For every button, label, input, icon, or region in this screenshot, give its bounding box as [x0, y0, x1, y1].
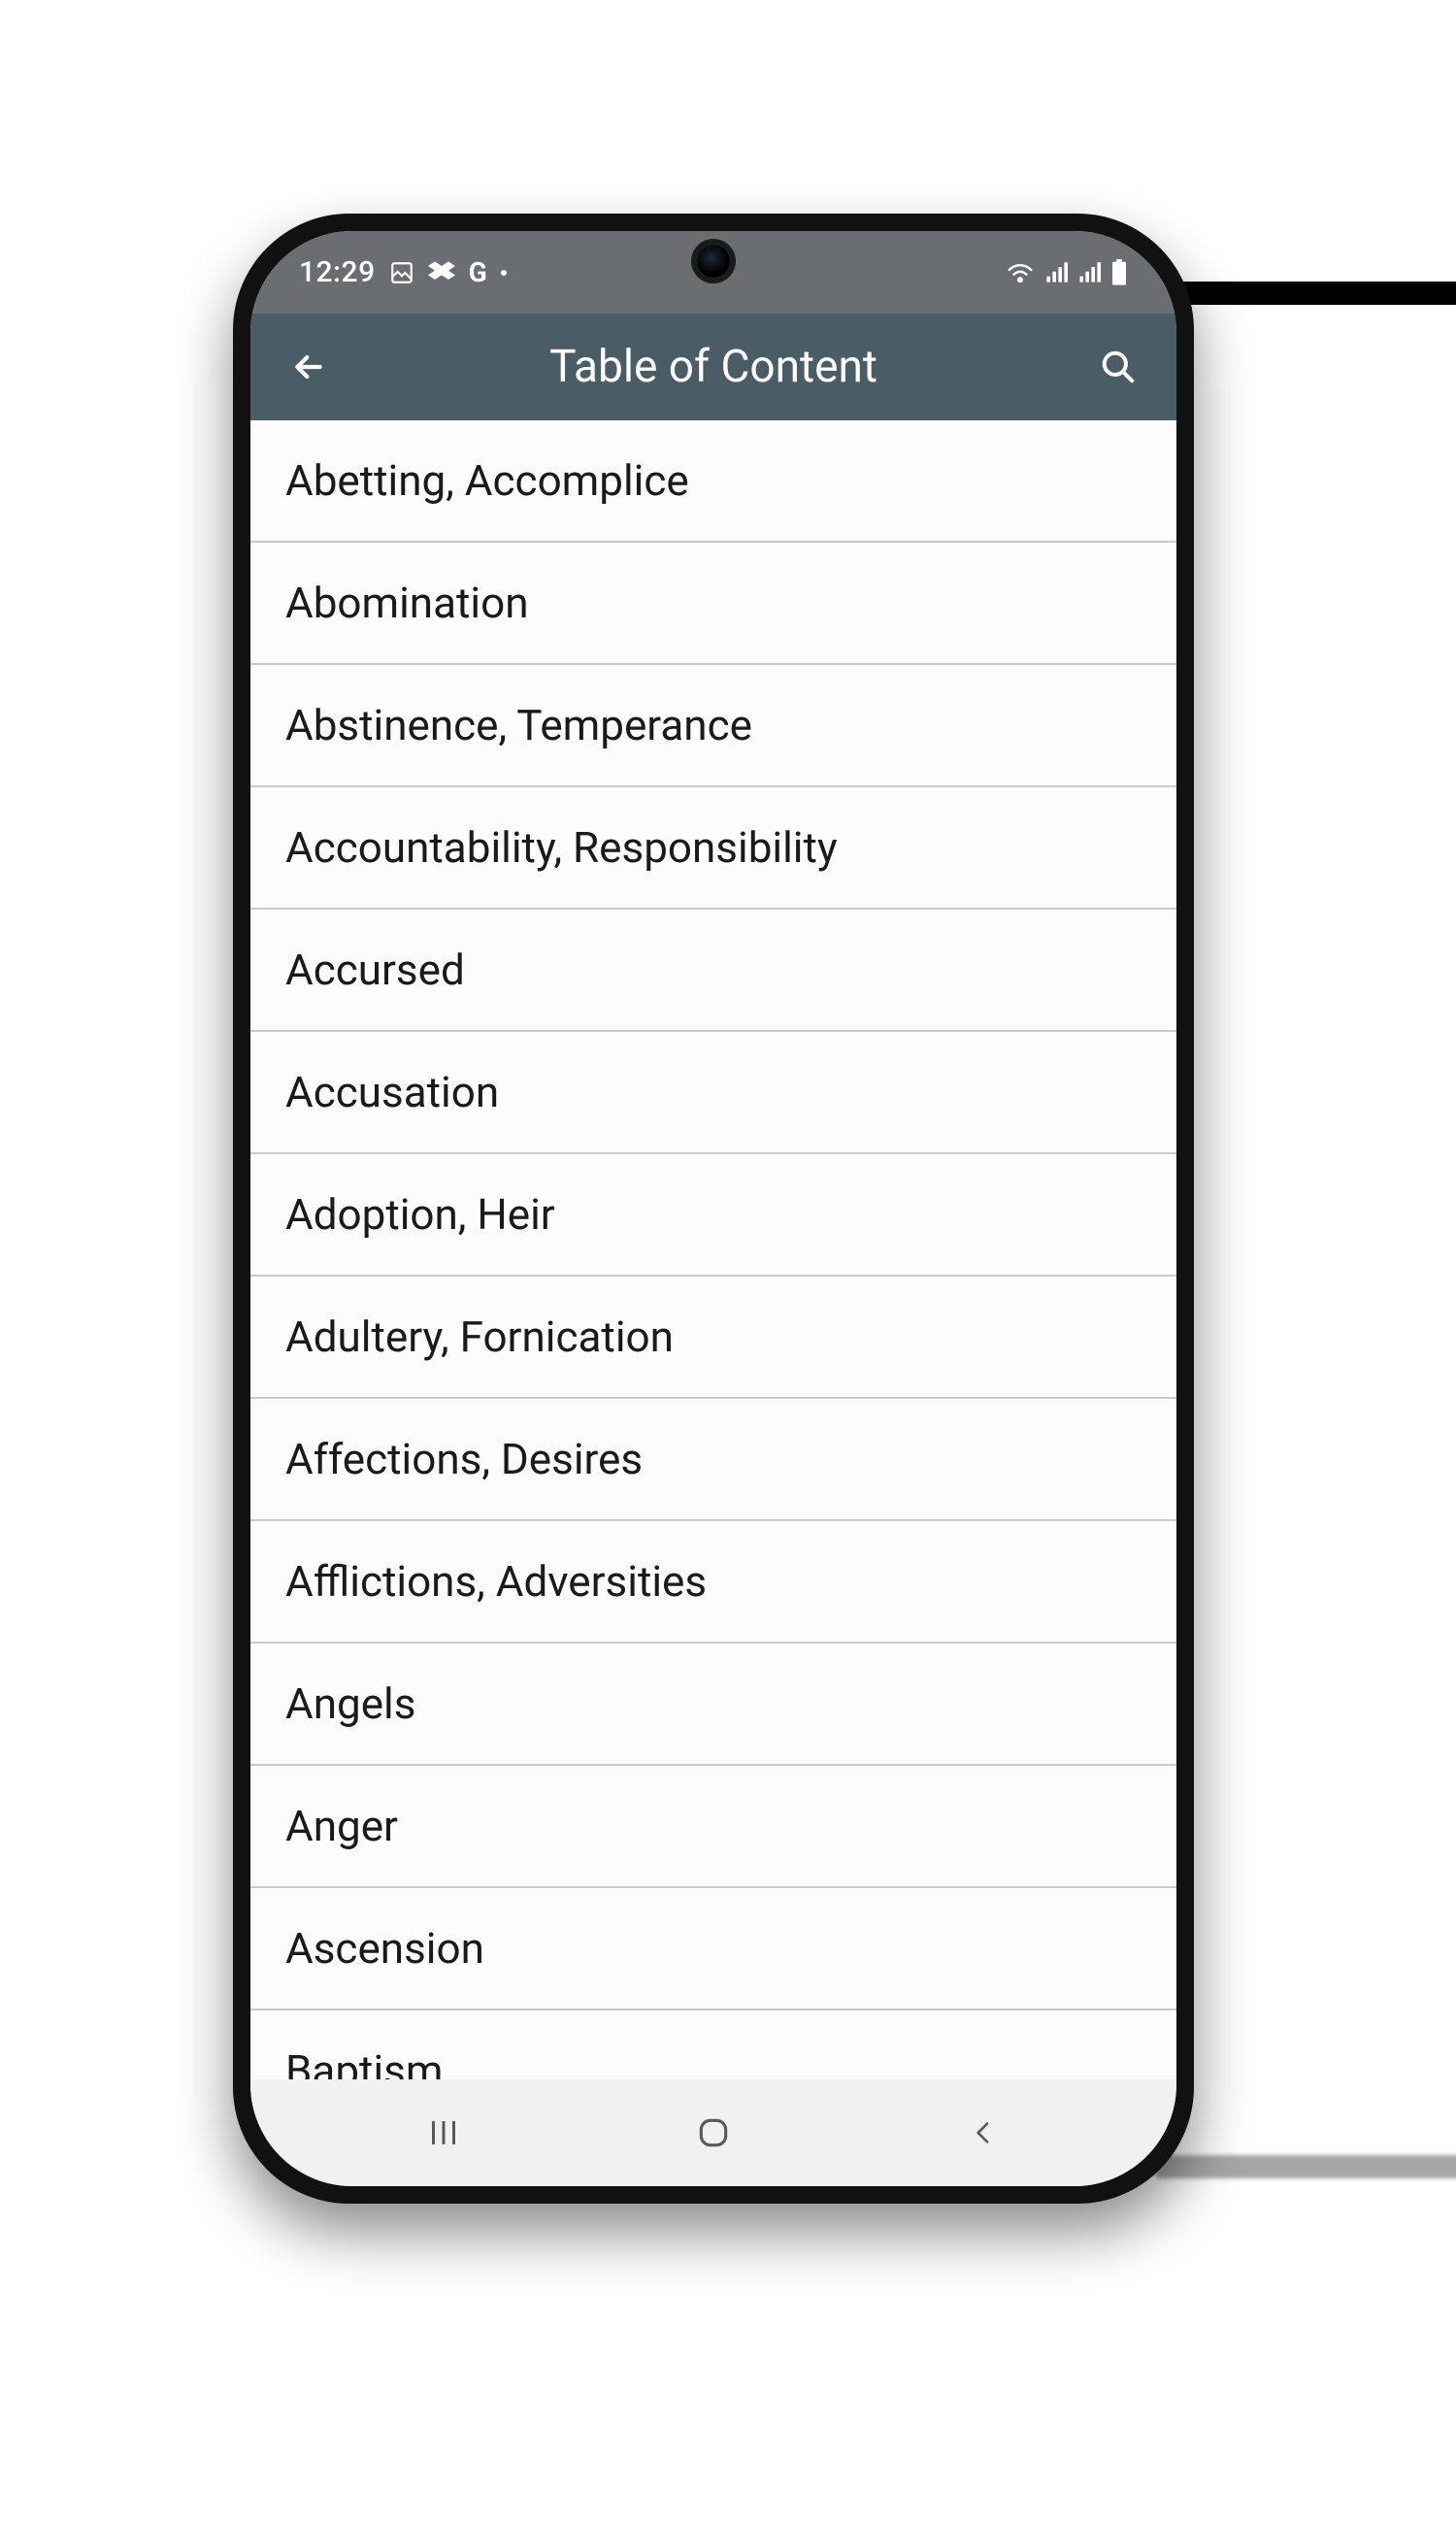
- search-icon: [1100, 349, 1137, 385]
- nav-back-button[interactable]: [944, 2094, 1022, 2172]
- nav-recents-button[interactable]: [405, 2094, 482, 2172]
- nav-home-button[interactable]: [675, 2094, 752, 2172]
- chevron-left-icon: [968, 2117, 999, 2148]
- signal-icon: [1077, 261, 1101, 284]
- phone-frame: 12:29 G: [233, 214, 1194, 2204]
- list-item-label: Abetting, Accomplice: [285, 455, 689, 506]
- list-item[interactable]: Adultery, Fornication: [250, 1277, 1176, 1399]
- list-item-label: Anger: [285, 1801, 398, 1851]
- list-item[interactable]: Angels: [250, 1644, 1176, 1766]
- arrow-left-icon: [289, 348, 328, 386]
- list-item-label: Accursed: [285, 945, 465, 995]
- toc-list[interactable]: Abetting, Accomplice Abomination Abstine…: [250, 420, 1176, 2079]
- status-bar-right: [1006, 259, 1128, 286]
- list-item-label: Abstinence, Temperance: [285, 700, 752, 750]
- list-item[interactable]: Abomination: [250, 543, 1176, 665]
- phone-cable: [1155, 282, 1456, 305]
- phone-cable-shadow: [1155, 2155, 1456, 2178]
- list-item[interactable]: Accusation: [250, 1032, 1176, 1154]
- status-bar-left: 12:29 G: [299, 255, 507, 289]
- list-item[interactable]: Anger: [250, 1766, 1176, 1888]
- list-item[interactable]: Accursed: [250, 910, 1176, 1032]
- wifi-icon: [1006, 261, 1035, 284]
- list-item-label: Baptism: [285, 2045, 443, 2079]
- list-item-label: Abomination: [285, 578, 529, 628]
- canvas: 12:29 G: [0, 0, 1456, 2524]
- list-item-label: Accusation: [285, 1067, 499, 1117]
- list-item[interactable]: Adoption, Heir: [250, 1154, 1176, 1277]
- list-item-label: Adoption, Heir: [285, 1189, 555, 1240]
- dropbox-icon: [428, 260, 455, 285]
- signal-icon: [1044, 261, 1068, 284]
- home-icon: [695, 2114, 732, 2151]
- image-icon: [389, 260, 414, 285]
- status-time: 12:29: [299, 255, 376, 289]
- list-item-label: Angels: [285, 1678, 415, 1729]
- list-item[interactable]: Abstinence, Temperance: [250, 665, 1176, 787]
- list-item-label: Ascension: [285, 1923, 484, 1974]
- battery-icon: [1110, 259, 1128, 286]
- app-bar-title: Table of Content: [357, 341, 1070, 393]
- list-item-label: Adultery, Fornication: [285, 1312, 674, 1362]
- front-camera: [697, 245, 730, 278]
- app-bar: Table of Content: [250, 314, 1176, 420]
- more-dot-icon: [501, 270, 507, 276]
- list-item[interactable]: Affections, Desires: [250, 1399, 1176, 1521]
- recents-icon: [426, 2115, 461, 2150]
- list-item-label: Accountability, Responsibility: [285, 822, 838, 873]
- back-button[interactable]: [280, 338, 338, 396]
- list-item[interactable]: Afflictions, Adversities: [250, 1521, 1176, 1644]
- google-icon: G: [469, 256, 487, 288]
- system-nav-bar: [250, 2079, 1176, 2186]
- search-button[interactable]: [1089, 338, 1147, 396]
- list-item[interactable]: Accountability, Responsibility: [250, 787, 1176, 910]
- list-item[interactable]: Ascension: [250, 1888, 1176, 2010]
- list-item-label: Affections, Desires: [285, 1434, 643, 1484]
- phone-screen: 12:29 G: [250, 231, 1176, 2186]
- list-item[interactable]: Abetting, Accomplice: [250, 420, 1176, 543]
- list-item-label: Afflictions, Adversities: [285, 1556, 707, 1607]
- list-item[interactable]: Baptism: [250, 2010, 1176, 2079]
